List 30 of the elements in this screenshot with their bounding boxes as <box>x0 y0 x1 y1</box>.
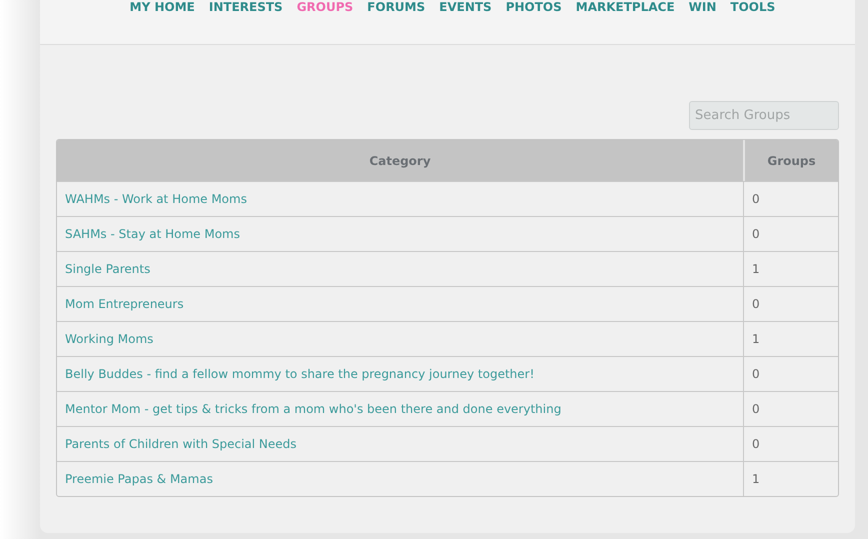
category-link[interactable]: Working Moms <box>65 332 154 346</box>
group-count: 0 <box>743 356 838 391</box>
nav-link[interactable]: GROUPS <box>296 0 354 14</box>
search-field[interactable]: Search Groups <box>689 101 839 130</box>
nav-link[interactable]: TOOLS <box>730 0 776 14</box>
nav-link[interactable]: MARKETPLACE <box>576 0 675 14</box>
nav-link[interactable]: PHOTOS <box>506 0 562 14</box>
category-link[interactable]: SAHMs - Stay at Home Moms <box>65 227 240 241</box>
nav-link[interactable]: EVENTS <box>439 0 492 14</box>
group-count: 1 <box>743 461 838 496</box>
category-link[interactable]: Preemie Papas & Mamas <box>65 472 213 486</box>
group-count: 0 <box>743 216 838 251</box>
nav-link[interactable]: WIN <box>688 0 716 14</box>
group-count: 0 <box>743 426 838 461</box>
group-count: 0 <box>743 286 838 321</box>
group-count: 1 <box>743 321 838 356</box>
category-link[interactable]: Mom Entrepreneurs <box>65 297 184 311</box>
nav-link[interactable]: MY HOME <box>130 0 195 14</box>
group-count: 0 <box>743 391 838 426</box>
category-link[interactable]: Parents of Children with Special Needs <box>65 437 297 451</box>
category-link[interactable]: Mentor Mom - get tips & tricks from a mom who's been there and done everything <box>65 402 562 416</box>
nav-link[interactable]: INTERESTS <box>208 0 283 14</box>
nav-link[interactable]: FORUMS <box>367 0 426 14</box>
column-header: Category <box>57 140 743 181</box>
group-count: 1 <box>743 251 838 286</box>
category-link[interactable]: WAHMs - Work at Home Moms <box>65 192 247 206</box>
category-link[interactable]: Single Parents <box>65 262 150 276</box>
column-header: Groups <box>743 140 838 181</box>
group-count: 0 <box>743 181 838 216</box>
category-link[interactable]: Belly Buddes - find a fellow mommy to share the pregnancy journey together! <box>65 367 534 381</box>
